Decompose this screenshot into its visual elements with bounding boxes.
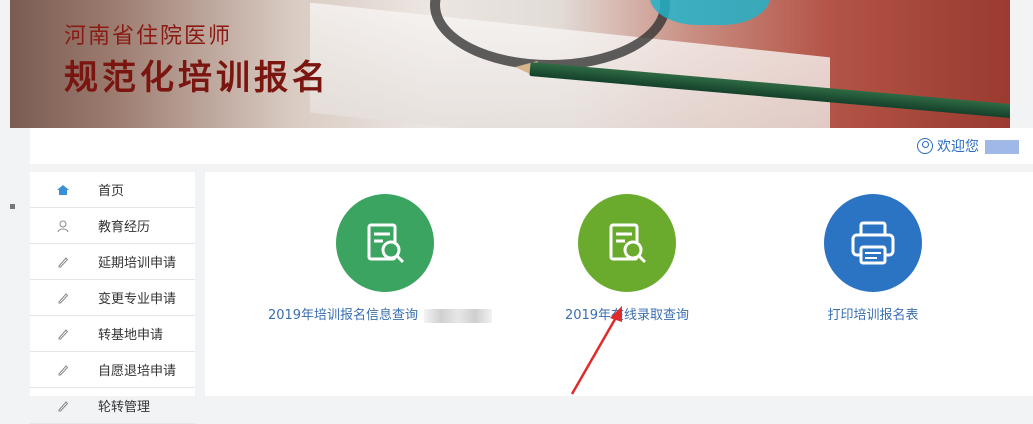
pencil-icon: [56, 363, 70, 377]
redacted-username: [985, 140, 1019, 154]
pencil-icon: [56, 291, 70, 305]
welcome-link[interactable]: 欢迎您: [917, 136, 979, 156]
sidebar-item-label: 教育经历: [98, 220, 151, 235]
red-arrow-annotation: [570, 306, 622, 395]
sidebar-item-home[interactable]: 首页: [30, 172, 195, 208]
printer-icon[interactable]: [824, 194, 922, 292]
tile-registration-query[interactable]: 2019年培训报名信息查询: [268, 194, 493, 323]
sidebar-item-label: 延期培训申请: [98, 256, 177, 271]
pencil-icon: [56, 255, 70, 269]
user-icon: [56, 219, 70, 233]
sidebar-item-label: 转基地申请: [98, 328, 164, 343]
sidebar-item-label: 轮转管理: [98, 400, 151, 415]
banner-glass-lens-graphic: [650, 0, 770, 25]
sidebar-item-transfer-base[interactable]: 转基地申请: [30, 316, 195, 352]
pencil-icon: [56, 327, 70, 341]
home-icon: [56, 183, 70, 197]
sidebar-item-label: 变更专业申请: [98, 292, 177, 307]
sidebar-item-education[interactable]: 教育经历: [30, 208, 195, 244]
tile-label-text: 2019年培训报名信息查询: [267, 308, 419, 323]
sidebar-item-withdraw[interactable]: 自愿退培申请: [30, 352, 195, 388]
sidebar: 首页 教育经历 延期培训申请 变更专业申请 转基地申请 自愿退培申请 轮转管理: [30, 172, 195, 424]
header-subtitle: 河南省住院医师: [64, 24, 233, 49]
sidebar-item-change-major[interactable]: 变更专业申请: [30, 280, 195, 316]
user-circle-icon: [917, 138, 933, 154]
tile-label[interactable]: 打印培训报名表: [773, 304, 973, 323]
tile-label[interactable]: 2019年培训报名信息查询: [245, 304, 515, 323]
tile-print-form[interactable]: 打印培训报名表: [773, 194, 973, 323]
header-banner: 河南省住院医师 规范化培训报名: [10, 0, 1010, 128]
welcome-text: 欢迎您: [937, 139, 979, 155]
document-search-icon[interactable]: [336, 194, 434, 292]
page-marker-dot: [10, 204, 15, 209]
header-title: 规范化培训报名: [64, 58, 330, 98]
top-user-bar: 欢迎您: [30, 128, 1033, 164]
pencil-icon: [56, 399, 70, 413]
blurred-text: [424, 308, 493, 323]
sidebar-item-rotation[interactable]: 轮转管理: [30, 388, 195, 424]
sidebar-item-label: 自愿退培申请: [98, 364, 177, 379]
document-search-icon[interactable]: [578, 194, 676, 292]
sidebar-item-deferral[interactable]: 延期培训申请: [30, 244, 195, 280]
sidebar-item-label: 首页: [98, 184, 125, 199]
